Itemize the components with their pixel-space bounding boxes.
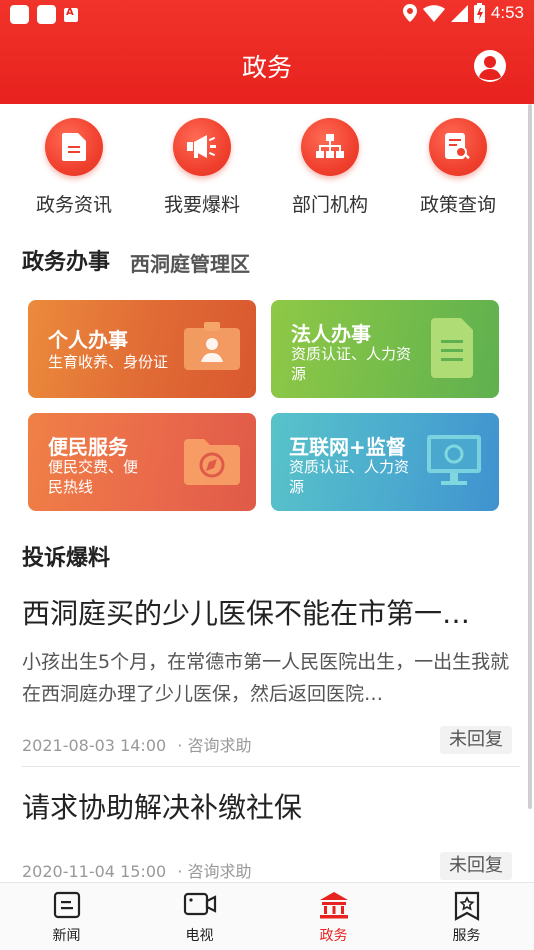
signal-icon [450, 4, 468, 22]
page-title: 政务 [241, 53, 292, 82]
quick-link-label: 政务资讯 [35, 194, 112, 216]
quick-link-policy-search[interactable]: 政策查询 [398, 118, 518, 217]
affairs-section-title: 政务办事 [22, 250, 111, 275]
notification-icon [37, 5, 56, 24]
org-chart-icon [316, 134, 344, 158]
scrollbar[interactable] [528, 104, 532, 809]
card-legal-affairs[interactable]: 法人办事 资质认证、人力资源 [271, 300, 499, 398]
clock: 4:53 [490, 3, 524, 22]
battery-icon [473, 3, 485, 23]
quick-links: 政务资讯 我要爆料 部门机构 政策查询 [0, 118, 534, 228]
card-title: 法人办事 [291, 322, 371, 346]
quick-link-affairs-news[interactable]: 政务资讯 [14, 118, 134, 217]
notification-icon [10, 5, 29, 24]
tab-tv[interactable]: 电视 [133, 883, 266, 950]
document-icon [62, 133, 86, 161]
quick-link-label: 我要爆料 [163, 194, 240, 216]
quick-link-label: 部门机构 [291, 194, 368, 216]
quick-link-label: 政策查询 [419, 194, 496, 216]
card-title: 互联网+监督 [289, 435, 406, 459]
tv-camera-icon [183, 892, 216, 916]
tab-label: 政务 [319, 928, 348, 944]
quick-link-icon-wrap [429, 118, 487, 176]
card-internet-supervision[interactable]: 互联网+监督 资质认证、人力资源 [271, 413, 499, 511]
quick-link-report[interactable]: 我要爆料 [142, 118, 262, 217]
divider [22, 766, 520, 767]
tab-label: 服务 [452, 928, 481, 944]
complaint-category: · 咨询求助 [177, 862, 252, 881]
tab-news[interactable]: 新闻 [0, 883, 133, 950]
file-icon [431, 318, 473, 378]
app-header: 4:53 政务 [0, 0, 534, 104]
card-subtitle: 资质认证、人力资源 [289, 458, 410, 496]
card-subtitle: 生育收养、身份证 [48, 353, 169, 371]
status-bar: 4:53 [0, 0, 534, 30]
complaint-date: 2021-08-03 14:00 [22, 736, 167, 755]
quick-link-departments[interactable]: 部门机构 [270, 118, 390, 217]
bottom-tab-bar: 新闻 电视 政务 服务 [0, 882, 534, 950]
complaint-title: 西洞庭买的少儿医保不能在市第一人民医院报销 [22, 597, 496, 630]
complaint-category: · 咨询求助 [177, 736, 252, 755]
card-title: 便民服务 [48, 435, 128, 459]
tab-label: 电视 [185, 928, 214, 944]
policy-search-icon [445, 133, 470, 160]
status-badge: 未回复 [440, 726, 512, 754]
quick-link-icon-wrap [173, 118, 231, 176]
government-building-icon [319, 892, 348, 919]
compass-folder-icon [184, 439, 240, 485]
tab-government[interactable]: 政务 [267, 883, 400, 950]
card-subtitle: 资质认证、人力资源 [291, 345, 412, 383]
quick-link-icon-wrap [301, 118, 359, 176]
user-profile-button[interactable] [474, 50, 506, 82]
complaint-meta: 2020-11-04 15:00 · 咨询求助 [22, 858, 251, 882]
complaint-title: 请求协助解决补缴社保 [22, 791, 303, 824]
complaints-section-title: 投诉爆料 [22, 546, 111, 571]
card-subtitle: 便民交费、便民热线 [48, 458, 139, 496]
card-personal-affairs[interactable]: 个人办事 生育收养、身份证 [28, 300, 256, 398]
news-icon [53, 891, 80, 919]
wifi-icon [422, 4, 445, 22]
service-bookmark-icon [454, 891, 479, 921]
card-title: 个人办事 [48, 328, 128, 352]
user-icon [479, 56, 501, 80]
card-convenience-services[interactable]: 便民服务 便民交费、便民热线 [28, 413, 256, 511]
complaint-date: 2020-11-04 15:00 [22, 862, 167, 881]
status-badge: 未回复 [440, 852, 512, 880]
megaphone-icon [187, 135, 216, 158]
id-card-icon [184, 322, 240, 370]
monitor-icon [427, 435, 481, 485]
region-selector[interactable]: 西洞庭管理区 [130, 248, 250, 277]
quick-link-icon-wrap [45, 118, 103, 176]
complaint-body: 小孩出生5个月，在常德市第一人民医院出生，一出生我就在西洞庭办理了少儿医保，然后… [22, 651, 510, 705]
location-icon [402, 4, 417, 22]
complaint-meta: 2021-08-03 14:00 · 咨询求助 [22, 732, 251, 756]
keyboard-indicator-icon [64, 7, 78, 22]
tab-label: 新闻 [52, 928, 81, 944]
tab-services[interactable]: 服务 [400, 883, 533, 950]
